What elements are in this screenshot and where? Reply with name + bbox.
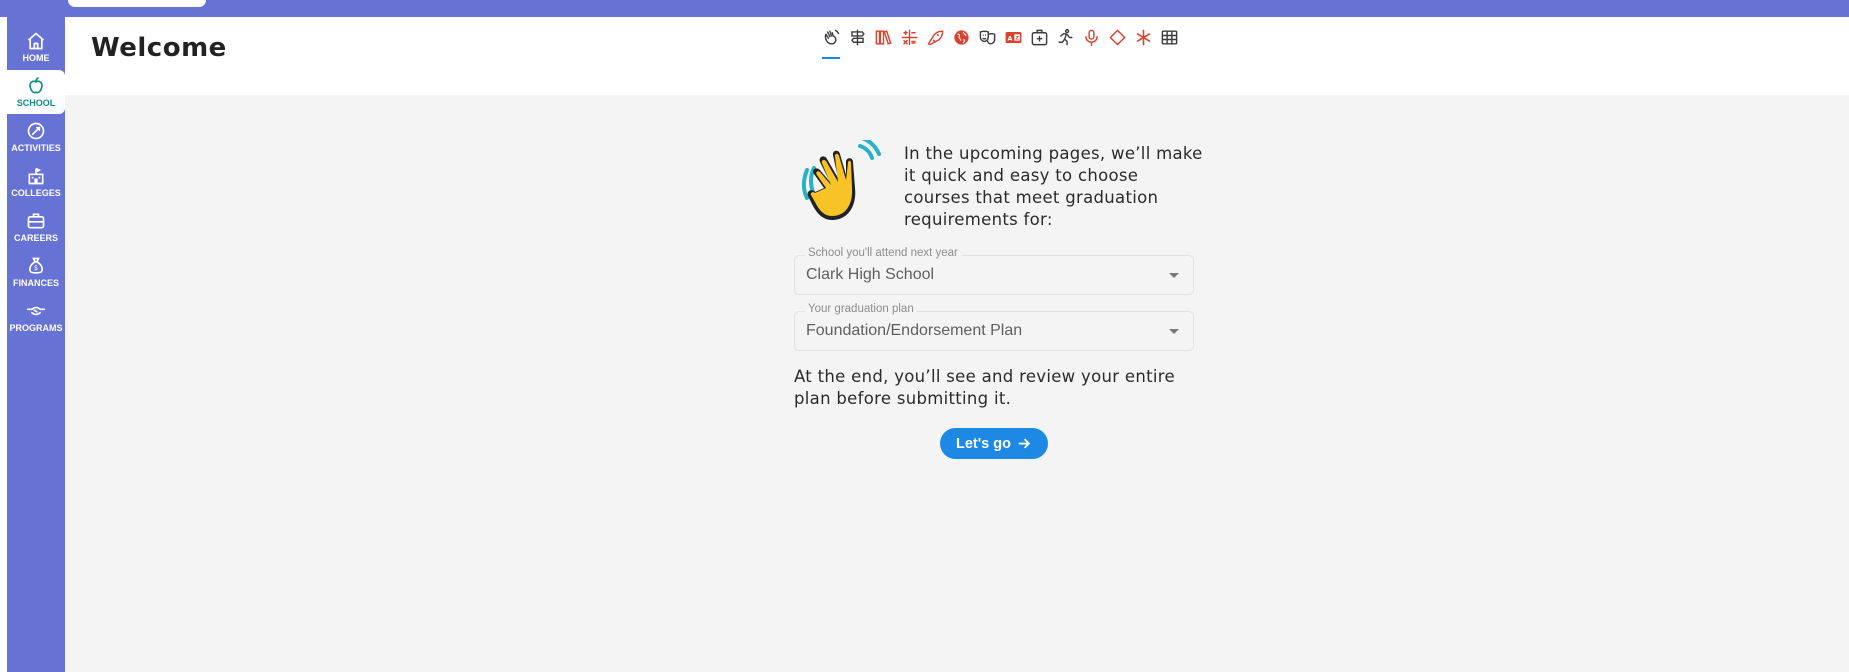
school-select-label: School you'll attend next year — [805, 247, 961, 259]
sidebar-item-home[interactable]: HOME — [7, 25, 65, 69]
step-navigation: AZ — [819, 25, 1181, 59]
sidebar-item-label: PROGRAMS — [9, 323, 63, 333]
top-bar-tab — [68, 0, 206, 7]
money-bag-icon: $ — [29, 257, 43, 274]
graduation-plan-value: Foundation/Endorsement Plan — [806, 322, 1023, 339]
end-text: At the end, you’ll see and review your e… — [794, 367, 1175, 408]
svg-text:A: A — [1007, 35, 1012, 42]
college-building-icon — [28, 167, 44, 185]
handshake-icon — [26, 306, 46, 316]
sidebar-item-label: COLLEGES — [11, 188, 61, 198]
step-review[interactable] — [1157, 25, 1181, 49]
graduation-plan-label: Your graduation plan — [805, 303, 917, 315]
rocket-icon — [927, 29, 943, 45]
window-edge — [0, 17, 7, 672]
school-select[interactable]: School you'll attend next year Clark Hig… — [794, 247, 1194, 295]
sidebar-item-colleges[interactable]: COLLEGES — [7, 160, 65, 204]
svg-text:$: $ — [34, 264, 38, 272]
arrow-right-icon — [1018, 438, 1030, 449]
sidebar: HOME SCHOOL ACTIVITIES COLLEGES CAREERS … — [7, 17, 65, 672]
sidebar-item-label: HOME — [22, 53, 50, 63]
sidebar-item-label: FINANCES — [12, 278, 59, 288]
intro-text: In the upcoming pages, we’ll make it qui… — [904, 144, 1203, 229]
waving-hand-icon — [824, 29, 839, 45]
globe-icon — [953, 29, 969, 45]
chevron-down-icon — [1169, 273, 1179, 278]
step-welcome[interactable] — [819, 25, 843, 59]
step-graduation[interactable] — [845, 25, 869, 49]
step-math[interactable] — [897, 25, 921, 49]
page-header: Welcome AZ — [65, 17, 1849, 95]
waving-hand-emoji — [802, 140, 881, 220]
top-bar — [0, 0, 1849, 17]
first-aid-kit-icon — [1031, 29, 1047, 45]
lets-go-label: Let's go — [955, 435, 1011, 452]
sidebar-item-finances[interactable]: $ FINANCES — [7, 250, 65, 294]
step-other[interactable] — [1131, 25, 1155, 49]
step-physical-education[interactable] — [1053, 25, 1077, 49]
microphone-icon — [1084, 29, 1098, 46]
grid-table-icon — [1161, 29, 1177, 45]
step-languages[interactable]: AZ — [1001, 25, 1025, 49]
step-fine-arts[interactable] — [975, 25, 999, 49]
asterisk-icon — [1136, 29, 1150, 45]
sidebar-item-activities[interactable]: ACTIVITIES — [7, 115, 65, 159]
active-step-indicator — [822, 57, 840, 59]
step-electives[interactable] — [1105, 25, 1129, 49]
sidebar-item-label: ACTIVITIES — [11, 143, 61, 153]
sidebar-item-careers[interactable]: CAREERS — [7, 205, 65, 249]
step-social-studies[interactable] — [949, 25, 973, 49]
graduation-plan-select[interactable]: Your graduation plan Foundation/Endorsem… — [794, 303, 1194, 351]
theater-masks-icon — [979, 30, 995, 45]
page-title: Welcome — [91, 33, 227, 63]
activities-icon — [27, 122, 45, 140]
sidebar-item-school[interactable]: SCHOOL — [7, 70, 65, 114]
step-science[interactable] — [923, 25, 947, 49]
apple-icon — [29, 76, 43, 94]
school-select-value: Clark High School — [806, 266, 935, 283]
books-icon — [875, 29, 892, 45]
sign-post-icon — [850, 29, 865, 45]
chevron-down-icon — [1169, 329, 1179, 334]
running-person-icon — [1057, 28, 1073, 45]
diamond-icon — [1109, 29, 1125, 45]
sidebar-item-programs[interactable]: PROGRAMS — [7, 295, 65, 339]
math-symbols-icon — [901, 29, 917, 45]
step-english[interactable] — [871, 25, 895, 49]
briefcase-icon — [27, 213, 45, 229]
lets-go-button[interactable]: Let's go — [940, 428, 1048, 459]
language-card-icon: AZ — [1005, 31, 1021, 43]
sidebar-item-label: SCHOOL — [16, 98, 56, 108]
home-icon — [27, 32, 45, 50]
step-health[interactable] — [1027, 25, 1051, 49]
sidebar-item-label: CAREERS — [13, 233, 58, 243]
svg-text:Z: Z — [1015, 35, 1019, 41]
step-speech[interactable] — [1079, 25, 1103, 49]
